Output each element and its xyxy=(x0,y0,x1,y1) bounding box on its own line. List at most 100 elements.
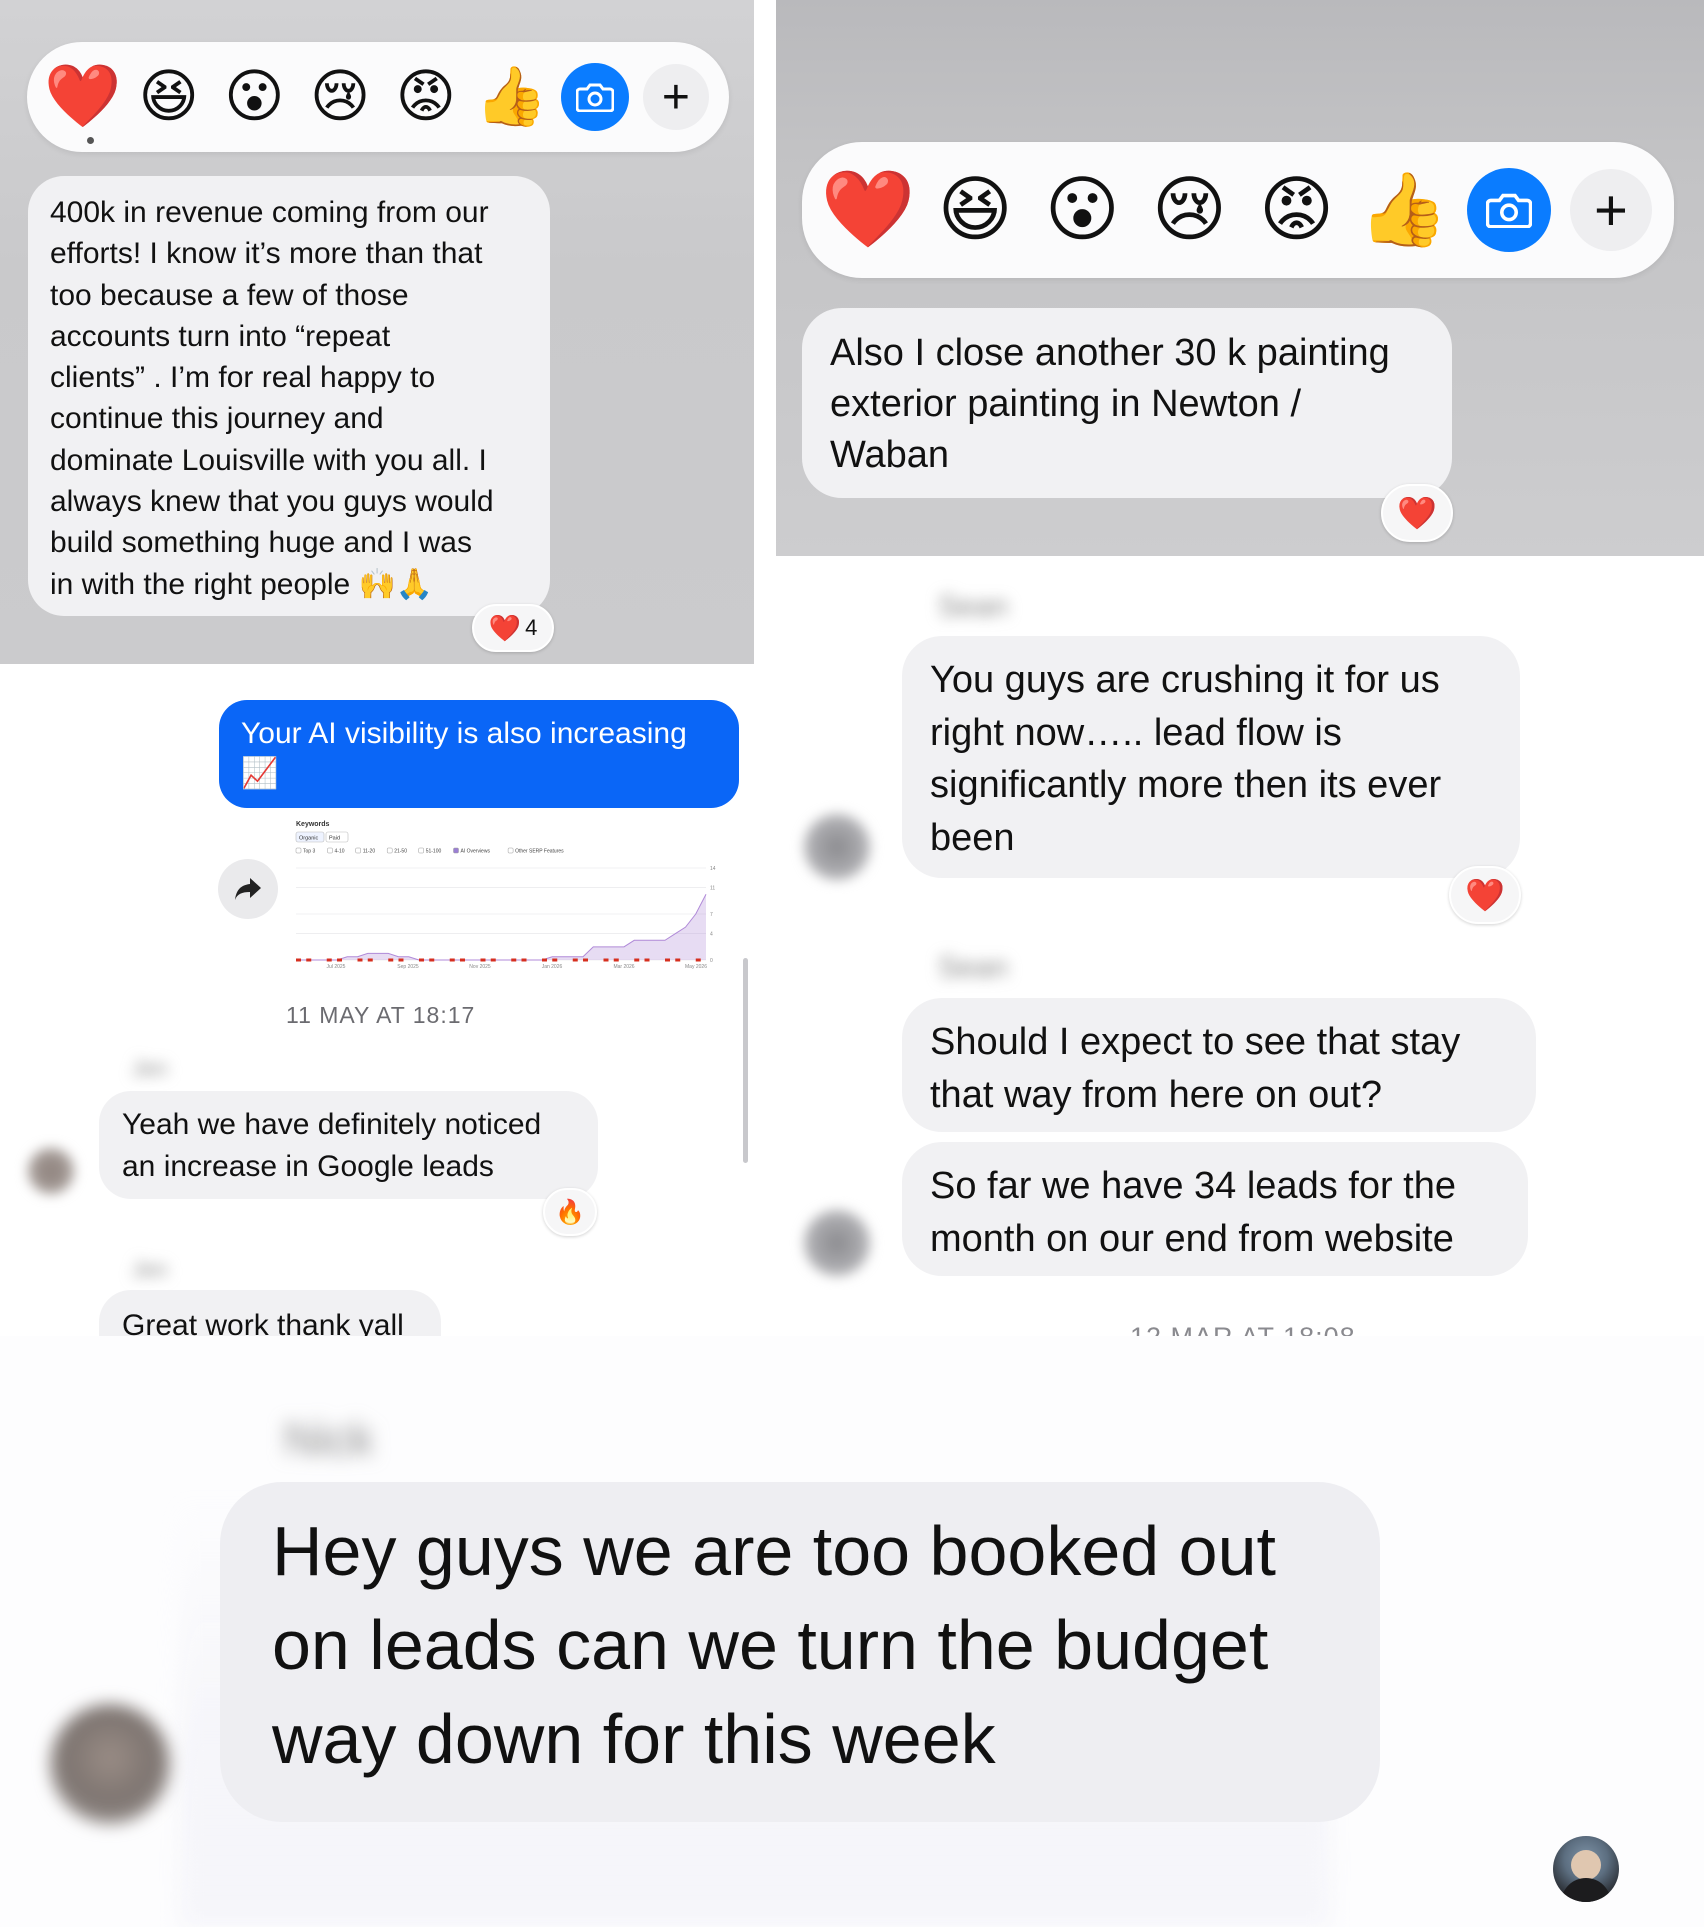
chart-marker xyxy=(613,958,619,962)
chart-marker xyxy=(398,958,404,962)
message-clip: Great work thank yall xyxy=(99,1290,459,1336)
selected-reaction-dot xyxy=(87,137,94,144)
message-bubble-expect[interactable]: Should I expect to see that stay that wa… xyxy=(902,998,1536,1132)
message-text: 400k in revenue coming from our efforts!… xyxy=(50,196,494,601)
wow-reaction-icon[interactable]: 😮 xyxy=(218,68,290,126)
message-bubble-booked[interactable]: Hey guys we are too booked out on leads … xyxy=(220,1482,1380,1822)
chart-marker xyxy=(429,958,435,962)
y-tick-label: 14 xyxy=(710,866,716,872)
chart-marker xyxy=(449,958,455,962)
angry-reaction-icon[interactable]: 😡 xyxy=(390,68,462,126)
heart-icon: ❤️ xyxy=(1397,495,1437,531)
chart-marker xyxy=(337,958,342,962)
timestamp-clip: 12 MAR AT 18:08 xyxy=(1120,1318,1380,1336)
keywords-chart-image[interactable]: Keywords Organic Paid Top 3 4-10 11-20 21-50 51… xyxy=(286,810,734,970)
x-tick-label: May 2026 xyxy=(685,964,707,970)
legend-label: Top 3 xyxy=(303,849,315,855)
camera-icon[interactable] xyxy=(561,63,630,131)
legend-checkbox xyxy=(507,847,514,854)
chart-marker xyxy=(583,958,588,962)
avatar-body xyxy=(1561,1878,1611,1902)
share-button[interactable] xyxy=(218,859,278,919)
message-text: Should I expect to see that stay that wa… xyxy=(930,1021,1461,1116)
message-text: Also I close another 30 k painting exter… xyxy=(830,332,1390,476)
scrollbar[interactable] xyxy=(743,958,748,1163)
fire-icon: 🔥 xyxy=(555,1198,585,1226)
message-text: Great work thank yall xyxy=(122,1309,404,1336)
sender-name-blurred: Jen xyxy=(132,1056,168,1081)
chart-tab-label: Paid xyxy=(329,836,340,842)
message-bubble-so-far[interactable]: So far we have 34 leads for the month on… xyxy=(902,1142,1528,1276)
sad-reaction-icon[interactable]: 😢 xyxy=(304,68,376,126)
legend-checkbox xyxy=(327,847,333,854)
message-bubble-google-leads[interactable]: Yeah we have definitely noticed an incre… xyxy=(99,1091,598,1199)
x-tick-label: Nov 2025 xyxy=(469,964,491,970)
timestamp-1: 11 MAY AT 18:17 xyxy=(286,1002,476,1028)
sender-name-blurred: Nick xyxy=(284,1413,374,1465)
avatar[interactable] xyxy=(804,814,870,880)
x-tick-label: Jul 2025 xyxy=(327,964,346,970)
x-tick-label: Sep 2025 xyxy=(397,964,419,970)
laughing-reaction-icon[interactable]: 😆 xyxy=(133,68,205,126)
legend-label: Other SERP Features xyxy=(515,849,564,855)
heart-icon: ❤️ xyxy=(1465,877,1505,913)
heart-reaction-icon[interactable]: ❤️ xyxy=(821,172,916,248)
heart-reaction-icon[interactable]: ❤️ xyxy=(44,66,121,128)
sender-name-blurred: Sean xyxy=(938,590,1009,623)
message-bubble-revenue[interactable]: 400k in revenue coming from our efforts!… xyxy=(28,176,550,616)
chart-marker xyxy=(367,958,373,962)
chart-marker xyxy=(695,958,701,962)
y-tick-label: 0 xyxy=(710,958,713,964)
reaction-badge-revenue: ❤️ 4 xyxy=(472,604,554,652)
legend-checkbox xyxy=(355,847,361,854)
series-area xyxy=(296,894,706,960)
chart-marker xyxy=(675,958,681,962)
thumbs-up-reaction-icon[interactable]: 👍 xyxy=(1359,174,1449,246)
chart-marker xyxy=(357,958,363,962)
chart-marker xyxy=(296,958,301,962)
message-bubble-crushing[interactable]: You guys are crushing it for us right no… xyxy=(902,636,1520,878)
legend-label: 21-50 xyxy=(394,849,407,855)
chart-marker xyxy=(552,958,558,962)
reaction-count: 4 xyxy=(525,615,538,640)
read-receipt-avatar xyxy=(1553,1836,1619,1902)
chart-marker xyxy=(511,958,517,962)
legend-label: AI Overviews xyxy=(461,849,491,855)
avatar[interactable] xyxy=(50,1704,170,1824)
angry-reaction-icon[interactable]: 😡 xyxy=(1253,174,1341,246)
plus-icon[interactable]: + xyxy=(1569,169,1652,251)
message-bubble-painting[interactable]: Also I close another 30 k painting exter… xyxy=(802,308,1452,498)
message-bubble-great-work[interactable]: Great work thank yall xyxy=(99,1290,441,1336)
thumbs-up-reaction-icon[interactable]: 👍 xyxy=(475,68,547,126)
x-tick-label: Jan 2026 xyxy=(542,964,563,970)
legend-checkbox xyxy=(453,847,459,854)
message-text: Yeah we have definitely noticed an incre… xyxy=(122,1108,542,1183)
x-tick-label: Mar 2026 xyxy=(613,964,634,970)
chart-marker xyxy=(572,958,578,962)
heart-icon: ❤️ xyxy=(488,612,522,643)
reaction-bar-left: ❤️ 😆 😮 😢 😡 👍 + xyxy=(27,42,729,152)
message-text: Hey guys we are too booked out on leads … xyxy=(272,1512,1276,1778)
chart-marker xyxy=(419,958,424,962)
camera-icon[interactable] xyxy=(1466,168,1551,252)
avatar[interactable] xyxy=(804,1210,870,1276)
plus-icon[interactable]: + xyxy=(642,64,709,130)
y-tick-label: 4 xyxy=(710,932,713,938)
chart-marker xyxy=(326,958,332,962)
legend-checkbox xyxy=(418,847,424,854)
chart-marker xyxy=(634,958,640,962)
chart-marker xyxy=(306,958,312,962)
chart-marker xyxy=(521,958,527,962)
legend-label: 11-20 xyxy=(363,849,376,855)
avatar[interactable] xyxy=(28,1148,74,1194)
laughing-reaction-icon[interactable]: 😆 xyxy=(931,174,1019,246)
sad-reaction-icon[interactable]: 😢 xyxy=(1145,174,1233,246)
chart-marker xyxy=(644,958,650,962)
chart-marker xyxy=(480,958,486,962)
wow-reaction-icon[interactable]: 😮 xyxy=(1038,174,1126,246)
chart-title: Keywords xyxy=(296,821,330,828)
chart-marker xyxy=(665,958,670,962)
y-tick-label: 7 xyxy=(710,912,713,918)
reaction-badge-painting: ❤️ xyxy=(1381,484,1453,542)
message-bubble-ai-visibility[interactable]: Your AI visibility is also increasing 📈 xyxy=(219,700,739,808)
